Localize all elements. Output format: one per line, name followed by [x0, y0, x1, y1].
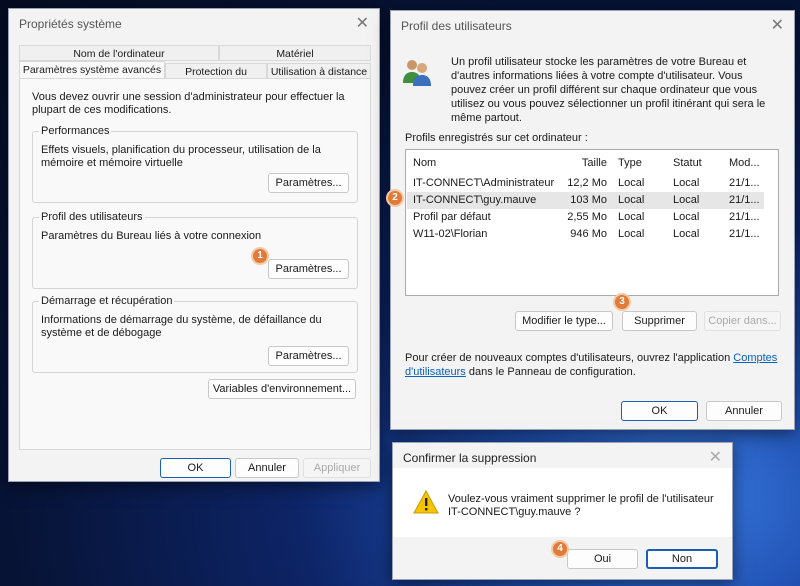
- cell-status: Local: [673, 177, 700, 189]
- cell-modified: 21/1...: [729, 211, 760, 223]
- cell-modified: 21/1...: [729, 177, 760, 189]
- cell-size: 946 Mo: [570, 228, 607, 240]
- user-profiles-group: Profil des utilisateurs Paramètres du Bu…: [32, 211, 358, 289]
- window-title: Propriétés système: [19, 17, 122, 31]
- tab-advanced[interactable]: Paramètres système avancés: [19, 61, 165, 79]
- cell-name: IT-CONNECT\Administrateur: [413, 177, 555, 189]
- col-size[interactable]: Taille: [582, 155, 607, 172]
- table-row[interactable]: W11-02\Florian 946 Mo Local Local 21/1...: [407, 226, 764, 243]
- tab-panel: Vous devez ouvrir une session d'administ…: [19, 78, 371, 450]
- cell-status: Local: [673, 211, 700, 223]
- no-button[interactable]: Non: [646, 549, 718, 569]
- tab-computer-name[interactable]: Nom de l'ordinateur: [19, 45, 219, 61]
- system-properties-window: Propriétés système ✕ Nom de l'ordinateur…: [8, 8, 380, 482]
- environment-variables-button[interactable]: Variables d'environnement...: [208, 379, 356, 399]
- cell-size: 103 Mo: [570, 194, 607, 206]
- group-label: Démarrage et récupération: [39, 295, 175, 307]
- user-profiles-window: Profil des utilisateurs ✕ Un profil util…: [390, 10, 795, 430]
- copy-to-button[interactable]: Copier dans...: [704, 311, 781, 331]
- cell-type: Local: [618, 228, 645, 240]
- delete-button[interactable]: Supprimer: [622, 311, 697, 331]
- users-icon: [403, 60, 431, 86]
- cell-status: Local: [673, 228, 700, 240]
- col-modified[interactable]: Mod...: [729, 155, 760, 172]
- cell-type: Local: [618, 177, 645, 189]
- footer-pre: Pour créer de nouveaux comptes d'utilisa…: [405, 352, 734, 364]
- step-badge-1: 1: [251, 247, 269, 265]
- change-type-button[interactable]: Modifier le type...: [515, 311, 613, 331]
- performance-group: Performances Effets visuels, planificati…: [32, 125, 358, 203]
- cell-modified: 21/1...: [729, 228, 760, 240]
- cancel-button[interactable]: Annuler: [706, 401, 782, 421]
- close-icon[interactable]: ✕: [709, 447, 722, 467]
- profile-settings-button[interactable]: Paramètres...: [268, 259, 349, 279]
- col-status[interactable]: Statut: [673, 155, 702, 172]
- cell-name: W11-02\Florian: [413, 228, 488, 240]
- footer-post: dans le Panneau de configuration.: [465, 366, 636, 378]
- table-row[interactable]: Profil par défaut 2,55 Mo Local Local 21/1..…: [407, 209, 764, 226]
- group-label: Profil des utilisateurs: [39, 211, 145, 223]
- confirm-message-2: IT-CONNECT\guy.mauve ?: [448, 506, 581, 518]
- step-badge-2: 2: [386, 189, 404, 207]
- cancel-button[interactable]: Annuler: [235, 458, 299, 478]
- startup-recovery-group: Démarrage et récupération Informations d…: [32, 295, 358, 373]
- tab-remote[interactable]: Utilisation à distance: [267, 63, 371, 79]
- intro-text: Vous devez ouvrir une session d'administ…: [32, 91, 345, 116]
- step-badge-4: 4: [551, 540, 569, 558]
- warning-icon: [413, 490, 439, 514]
- table-row[interactable]: IT-CONNECT\guy.mauve 103 Mo Local Local 21/1…: [407, 192, 764, 209]
- cell-name: IT-CONNECT\guy.mauve: [413, 194, 537, 206]
- ok-button[interactable]: OK: [621, 401, 698, 421]
- group-label: Performances: [39, 125, 112, 137]
- apply-button[interactable]: Appliquer: [303, 458, 371, 478]
- cell-size: 2,55 Mo: [567, 211, 607, 223]
- list-header: Nom Taille Type Statut Mod...: [407, 155, 764, 172]
- performance-settings-button[interactable]: Paramètres...: [268, 173, 349, 193]
- close-icon[interactable]: ✕: [771, 15, 784, 35]
- table-row[interactable]: IT-CONNECT\Administrateur 12,2 Mo Local Loc…: [407, 175, 764, 192]
- confirm-message-1: Voulez-vous vraiment supprimer le profil…: [448, 493, 714, 505]
- profiles-list: Nom Taille Type Statut Mod... IT-CONNECT…: [405, 149, 779, 296]
- col-type[interactable]: Type: [618, 155, 642, 172]
- step-badge-3: 3: [613, 293, 631, 311]
- window-title: Profil des utilisateurs: [401, 19, 512, 33]
- group-desc: Informations de démarrage du système, de…: [41, 314, 322, 339]
- startup-settings-button[interactable]: Paramètres...: [268, 346, 349, 366]
- footer-text: Pour créer de nouveaux comptes d'utilisa…: [405, 351, 783, 379]
- cell-size: 12,2 Mo: [567, 177, 607, 189]
- cell-type: Local: [618, 211, 645, 223]
- cell-name: Profil par défaut: [413, 211, 491, 223]
- cell-modified: 21/1...: [729, 194, 760, 206]
- window-title: Confirmer la suppression: [403, 451, 537, 465]
- tab-hardware[interactable]: Matériel: [219, 45, 371, 61]
- col-name[interactable]: Nom: [413, 155, 436, 172]
- group-desc: Paramètres du Bureau liés à votre connex…: [41, 230, 262, 242]
- tab-protection[interactable]: Protection du système: [165, 63, 267, 94]
- group-desc: Effets visuels, planification du process…: [41, 144, 321, 169]
- cell-type: Local: [618, 194, 645, 206]
- list-label: Profils enregistrés sur cet ordinateur :: [405, 132, 588, 144]
- yes-button[interactable]: Oui: [567, 549, 638, 569]
- confirm-delete-dialog: Confirmer la suppression ✕ Voulez-vous v…: [392, 442, 733, 580]
- cell-status: Local: [673, 194, 700, 206]
- close-icon[interactable]: ✕: [356, 13, 369, 33]
- ok-button[interactable]: OK: [160, 458, 231, 478]
- description-text: Un profil utilisateur stocke les paramèt…: [451, 56, 766, 124]
